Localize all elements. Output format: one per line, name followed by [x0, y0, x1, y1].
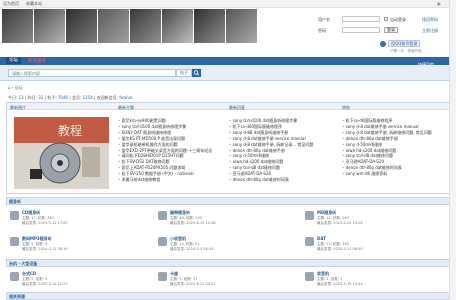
latest-panel-header [7, 103, 449, 110]
svg-text:教程: 教程 [58, 123, 82, 138]
forum-icon [158, 272, 167, 281]
qq-login-button[interactable]: 用QQ帐号登录 [388, 40, 421, 47]
forum-icon [158, 237, 167, 246]
breadcrumb-forum[interactable]: 论坛 [15, 85, 23, 90]
section-header-resources[interactable]: 相关资源 [6, 292, 450, 300]
stat-posts-label: 帖子: [47, 95, 57, 100]
password-label: 密码 [318, 28, 326, 33]
forum-icon [10, 211, 19, 220]
col-latest-topics: 最新主题 [118, 105, 134, 110]
search-button[interactable] [192, 69, 201, 77]
section-header-desktop[interactable]: 台机 · 大型设备 [6, 259, 450, 267]
password-field[interactable] [342, 27, 380, 33]
banner-image [34, 9, 65, 43]
forum-last-post[interactable]: 最后发表: 2025-6-15 12:48 [170, 221, 216, 226]
stat-yesterday-label: 昨日: [27, 95, 37, 100]
stat-posts: 7046 [57, 95, 69, 100]
register-link[interactable]: 立即注册 [422, 28, 438, 34]
quick-start-note: 只需一步，快速开始 [390, 49, 422, 53]
forum-icon [10, 237, 19, 246]
banner-image [194, 9, 225, 43]
search-input[interactable]: 请输入搜索内容 [8, 69, 176, 77]
latest-image[interactable]: 教程 [14, 117, 109, 189]
auto-login-label: 自动登录 [390, 17, 406, 22]
list-item[interactable]: sony d-8 dat维修手册 service manual [229, 136, 313, 142]
forum-stats: 今日: 13 | 昨日: 32 | 帖子: 7046 | 会员: 1254 | … [8, 95, 133, 100]
username-field[interactable] [342, 16, 380, 22]
forum-last-post[interactable]: 最后发表: 2024-4-25 10:28 [317, 221, 363, 226]
search-icon [193, 70, 200, 76]
device-photo: 教程 [14, 117, 109, 189]
stat-yesterday: 32 [38, 95, 44, 100]
bookmark-link[interactable]: 收藏本站 [26, 1, 42, 7]
login-button[interactable]: 登录 [384, 27, 398, 33]
scrollbar[interactable] [449, 0, 456, 300]
auto-login-checkbox[interactable] [384, 17, 388, 21]
banner-image [226, 9, 257, 43]
col-latest-replies: 最新回复 [229, 105, 245, 110]
list-item[interactable]: sony d-8 dat维修手册 service manual [342, 124, 432, 130]
forum-last-post[interactable]: 最后发表: 2024-4-19 10:44 [317, 282, 363, 287]
home-icon[interactable]: ⌂ › [8, 85, 15, 90]
username-label: 用户名 [318, 17, 330, 22]
forum-icon [305, 272, 314, 281]
qq-icon [380, 41, 386, 47]
list-item[interactable]: sony d-8 dat维修手册, 拆卸记录... 常见问题 [229, 142, 314, 148]
col-hot-posts: 热帖 [342, 105, 350, 110]
banner-image [130, 9, 161, 43]
banner-image [162, 9, 193, 43]
section-title: 相关资源 [9, 294, 25, 299]
forum-icon [305, 211, 314, 220]
list-item[interactable]: sony wm-d6 维修资料 [342, 171, 432, 177]
top-bar: 设为首页 收藏本站 ▣ [0, 0, 456, 8]
search-placeholder: 请输入搜索内容 [12, 71, 40, 76]
stat-members-label: 会员: [71, 95, 82, 100]
forum-last-post[interactable]: 最后发表: 2024-8-21 09:22 [170, 282, 216, 287]
list-item[interactable]: sony d-8 dat维修手册, 拆卸维修问题, 常见问题 [342, 130, 432, 136]
hot-posts-list: 松下sv-d6国际版维修程序 sony d-8 dat维修手册 service … [342, 118, 432, 177]
nav-appliance-repair[interactable]: 家电维修 [28, 58, 46, 64]
forum-last-post[interactable]: 最后发表: 2025-5-12 17:00 [22, 221, 68, 226]
stat-newest-label: 欢迎新会员: [96, 95, 119, 100]
main-nav: 论坛 家电维修 [0, 57, 456, 65]
banner-image [2, 9, 33, 43]
section-header-walkman[interactable]: 随身听 [6, 197, 450, 205]
stat-today-label: 今日: [8, 95, 18, 100]
forum-last-post[interactable]: 最后发表: 2025-5-17 06:50 [317, 247, 363, 252]
forgot-password-link[interactable]: 找回密码 [422, 17, 438, 23]
mobile-icon[interactable]: ▣ [437, 1, 441, 6]
forum-last-post[interactable]: 最后发表: 2024-3-11 08:19 [22, 247, 68, 252]
breadcrumb: ⌂ › 论坛 [8, 85, 23, 91]
stat-members: 1254 [82, 95, 93, 100]
forum-icon [305, 237, 314, 246]
stat-newest-member[interactable]: fwaluo [119, 95, 132, 100]
login-panel: 用户名 自动登录 找回密码 密码 登录 立即注册 用QQ帐号登录 只需一步，快速… [318, 14, 456, 58]
list-item[interactable]: 求雅马哈dat维修教程 [118, 177, 212, 183]
forum-icon [158, 211, 167, 220]
forum-name[interactable]: DAT [317, 236, 326, 241]
banner-images [2, 9, 257, 43]
banner-image [98, 9, 129, 43]
nav-forum[interactable]: 论坛 [6, 57, 21, 64]
section-title: 台机 · 大型设备 [9, 261, 38, 266]
forum-icon [10, 272, 19, 281]
forum-last-post[interactable]: 最后发表: 2025-3-14 12:23 [22, 282, 68, 287]
banner-image [66, 9, 97, 43]
list-item[interactable]: denon dtr-80p dat维修时间表 [229, 177, 313, 183]
latest-replies-list: sony tcd-d100 dat随身听修理步骤 松下sv-d60国际版维修程序… [229, 118, 314, 183]
section-title: 随身听 [9, 199, 21, 204]
stat-today: 13 [18, 95, 24, 100]
latest-topics-list: 索尼km-ex900刷黑问题 sony tcd-d100 dat随身听修理步骤 … [118, 118, 213, 183]
forum-last-post[interactable]: 最后发表: 2024-5-3 08:34 [170, 247, 213, 252]
set-homepage-link[interactable]: 设为首页 [3, 1, 19, 7]
search-type-select[interactable]: 帖子 [176, 69, 192, 77]
col-latest-images: 最新图片 [10, 105, 26, 110]
